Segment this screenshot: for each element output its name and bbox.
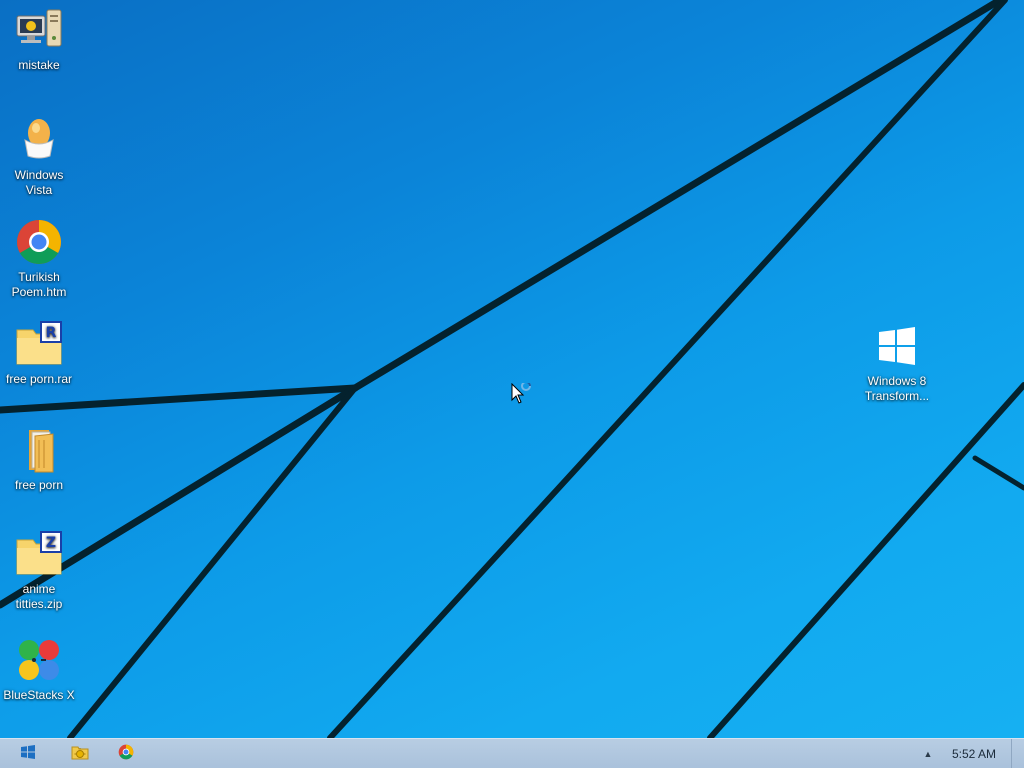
svg-text:R: R bbox=[46, 325, 57, 341]
desktop-icon-free-porn-folder[interactable]: free porn bbox=[0, 426, 78, 493]
desktop[interactable]: mistake Windows Vista Turikish Poem.htm … bbox=[0, 0, 1024, 738]
desktop-icon-free-porn-rar[interactable]: R free porn.rar bbox=[0, 320, 78, 387]
desktop-icon-label: anime titties.zip bbox=[15, 582, 63, 611]
desktop-icon-label: Turikish Poem.htm bbox=[11, 270, 67, 299]
desktop-icon-windows-vista[interactable]: Windows Vista bbox=[0, 116, 78, 198]
bluestacks-icon bbox=[15, 636, 63, 684]
chevron-up-icon: ▲ bbox=[923, 749, 933, 759]
file-explorer-icon bbox=[71, 743, 89, 766]
svg-text:Z: Z bbox=[46, 535, 56, 551]
computer-icon bbox=[15, 6, 63, 54]
windows-logo-icon bbox=[873, 322, 921, 370]
desktop-icon-label: free porn bbox=[14, 478, 64, 492]
desktop-icon-label: Windows Vista bbox=[14, 168, 64, 197]
desktop-icon-label: mistake bbox=[18, 58, 60, 72]
folder-icon bbox=[15, 426, 63, 474]
taskbar: ▲ 5:52 AM bbox=[0, 738, 1024, 768]
taskbar-clock[interactable]: 5:52 AM bbox=[952, 739, 996, 768]
desktop-icon-bluestacks-x[interactable]: BlueStacks X bbox=[0, 636, 78, 703]
windows-start-icon bbox=[20, 744, 36, 765]
desktop-icon-anime-zip[interactable]: Z anime titties.zip bbox=[0, 530, 78, 612]
tray-overflow-button[interactable]: ▲ bbox=[918, 739, 938, 768]
egg-cup-icon bbox=[15, 116, 63, 164]
desktop-icon-turikish-poem[interactable]: Turikish Poem.htm bbox=[0, 218, 78, 300]
chrome-icon bbox=[15, 218, 63, 266]
desktop-icon-windows-8-transform[interactable]: Windows 8 Transform... bbox=[858, 322, 936, 404]
desktop-icon-label: free porn.rar bbox=[5, 372, 73, 386]
rar-archive-icon: R bbox=[15, 320, 63, 368]
zip-archive-icon: Z bbox=[15, 530, 63, 578]
desktop-icon-mistake[interactable]: mistake bbox=[0, 6, 78, 73]
start-button[interactable] bbox=[0, 739, 56, 768]
taskbar-chrome-button[interactable] bbox=[108, 739, 144, 768]
chrome-icon bbox=[118, 744, 134, 765]
mouse-cursor-busy-icon bbox=[511, 381, 535, 412]
desktop-icon-label: BlueStacks X bbox=[3, 688, 75, 702]
show-desktop-button[interactable] bbox=[1011, 739, 1024, 768]
desktop-icon-label: Windows 8 Transform... bbox=[864, 374, 930, 403]
taskbar-file-explorer-button[interactable] bbox=[62, 739, 98, 768]
